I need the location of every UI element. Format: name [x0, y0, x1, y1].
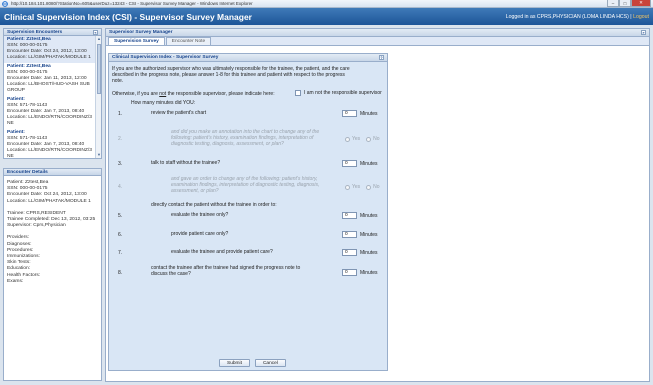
survey-form: Clinical Supervision Index - Supervisor … [108, 53, 388, 371]
ie-icon [2, 0, 9, 7]
question-number: 5. [118, 213, 123, 219]
encounter-location: Location: LL/ENDO/RTN/COORDINZ/3 NE [7, 115, 92, 126]
no-label: No [373, 136, 380, 142]
window-title: http://10.184.101.8080/?StationNo=605&us… [11, 1, 253, 6]
tab-encounter-note[interactable]: Encounter Note [165, 37, 212, 45]
question-number: 2. [118, 136, 123, 142]
not-responsible-option[interactable]: I am not the responsible supervisor [295, 90, 382, 96]
minutes-label: Minutes [360, 250, 378, 256]
no-radio[interactable] [366, 136, 372, 142]
logout-link[interactable]: Logout [633, 14, 649, 20]
yes-radio[interactable] [345, 136, 350, 142]
question-number: 1. [118, 111, 123, 117]
encounter-location: Location: LL/GIM/PHATAK/MODULE 1 [7, 55, 91, 60]
window-titlebar: http://10.184.101.8080/?StationNo=605&us… [0, 0, 653, 8]
left-column: Supervision Encounters « Patient: Zztest… [3, 28, 102, 382]
encounter-location: Location: LL/ENDO/RTN/COORDINZ/3 NE [7, 148, 92, 159]
minutes-label: Minutes [360, 213, 378, 219]
scroll-up-icon[interactable]: ▲ [96, 36, 101, 42]
minutes-label: Minutes [360, 270, 378, 276]
collapse-right-icon[interactable]: » [641, 30, 646, 35]
tab-bar: Supervision Survey Encounter Note [106, 37, 649, 46]
encounter-location: Location: LL/BHOST/HUD-VASH SUB GROUP [7, 82, 90, 93]
encounters-title: Supervision Encounters [7, 29, 63, 35]
minutes-label: Minutes [360, 232, 378, 238]
scroll-down-icon[interactable]: ▼ [96, 152, 101, 158]
app-header: Clinical Supervision Index (CSI) - Super… [0, 8, 653, 25]
details-panel-header: Encounter Details [3, 168, 102, 176]
encounter-details: Patient: Zztest,Bea SSN: 000-00-0175 Enc… [3, 176, 102, 381]
question-text: provide patient care only? [171, 231, 229, 237]
encounter-list: Patient: Zztest,Bea SSN: 000-00-0175 Enc… [3, 36, 102, 159]
app-title: Clinical Supervision Index (CSI) - Super… [4, 11, 252, 22]
question-text: review the patient's chart [151, 110, 207, 116]
form-buttons: Submit Cancel [219, 359, 291, 367]
yes-radio[interactable] [345, 184, 350, 190]
yes-label: Yes [352, 184, 361, 190]
detail-date: Encounter Date: Oct 24, 2012, 13:00 [7, 192, 87, 198]
encounter-scrollbar[interactable]: ▲ ▼ [95, 36, 101, 158]
otherwise-text: Otherwise, if you are not the responsibl… [112, 91, 275, 97]
not-responsible-label: I am not the responsible supervisor [304, 90, 382, 96]
minutes-input[interactable]: 0 [342, 269, 357, 276]
yes-no-group: Yes No [345, 136, 386, 142]
scroll-thumb[interactable] [97, 44, 101, 94]
minutes-input[interactable]: 0 [342, 160, 357, 167]
question-number: 4. [118, 184, 123, 190]
survey-form-title: Clinical Supervision Index - Supervisor … [112, 55, 219, 60]
minutes-input[interactable]: 0 [342, 110, 357, 117]
encounters-panel-header: Supervision Encounters « [3, 28, 102, 36]
minutes-input[interactable]: 0 [342, 231, 357, 238]
encounter-item[interactable]: Patient: Zztest,Bea SSN: 000-00-0175 Enc… [4, 63, 101, 96]
close-window-button[interactable]: ✕ [631, 0, 651, 7]
question-text: and did you make an annotation into the … [171, 129, 320, 147]
minutes-input[interactable]: 0 [342, 212, 357, 219]
main-panel-header: Supervisor Survey Manager » [106, 29, 649, 37]
main-title: Supervisor Survey Manager [109, 30, 173, 35]
otherwise-post: the responsible supervisor, please indic… [166, 91, 275, 97]
maximize-button[interactable]: □ [619, 0, 631, 7]
login-text: Logged in as CPRS,PHYSICIAN (LOMA LINDA … [505, 13, 632, 20]
detail-location: Location: LL/GIM/PHATAK/MODULE 1 [7, 198, 91, 204]
no-label: No [373, 184, 380, 190]
tab-content: Clinical Supervision Index - Supervisor … [106, 46, 649, 381]
question-number: 3. [118, 161, 123, 167]
yes-no-group: Yes No [345, 184, 386, 190]
question-text: evaluate the trainee only? [171, 212, 229, 218]
help-icon[interactable]: ? [379, 55, 384, 60]
cancel-button[interactable]: Cancel [254, 359, 286, 367]
question-text: and gave an order to change any of the f… [171, 176, 320, 194]
question-number: 8. [118, 270, 123, 276]
encounter-item[interactable]: Patient: SSN: 571-78-1143 Encounter Date… [4, 129, 101, 159]
submit-button[interactable]: Submit [219, 359, 250, 367]
login-info: Logged in as CPRS,PHYSICIAN (LOMA LINDA … [506, 14, 649, 20]
yes-label: Yes [352, 136, 361, 142]
minutes-label: Minutes [360, 161, 378, 167]
question-text: contact the trainee after the trainee ha… [151, 265, 301, 277]
tab-supervision-survey[interactable]: Supervision Survey [108, 37, 165, 45]
question-text: talk to staff without the trainee? [151, 160, 221, 166]
encounter-item[interactable]: Patient: Zztest,Bea SSN: 000-00-0175 Enc… [4, 36, 101, 63]
question-number: 6. [118, 232, 123, 238]
no-radio[interactable] [366, 184, 372, 190]
not-responsible-checkbox[interactable] [295, 90, 301, 96]
encounter-item[interactable]: Patient: SSN: 571-78-1143 Encounter Date… [4, 96, 101, 129]
minutes-label: Minutes [360, 111, 378, 117]
detail-exams: Exams: [7, 278, 24, 284]
minutes-input[interactable]: 0 [342, 249, 357, 256]
details-title: Encounter Details [7, 169, 48, 175]
question-number: 7. [118, 250, 123, 256]
collapse-left-icon[interactable]: « [93, 29, 98, 35]
directly-contact-label: directly contact the patient without the… [151, 202, 277, 208]
main-panel: Supervisor Survey Manager » Supervision … [105, 28, 650, 382]
intro-text: If you are the authorized supervisor who… [112, 66, 350, 85]
question-text: evaluate the trainee and provide patient… [171, 249, 273, 255]
otherwise-pre: Otherwise, if you are [112, 91, 160, 97]
survey-form-header: Clinical Supervision Index - Supervisor … [109, 54, 387, 62]
minimize-button[interactable]: – [607, 0, 619, 7]
how-many-label: How many minutes did YOU: [131, 100, 196, 106]
